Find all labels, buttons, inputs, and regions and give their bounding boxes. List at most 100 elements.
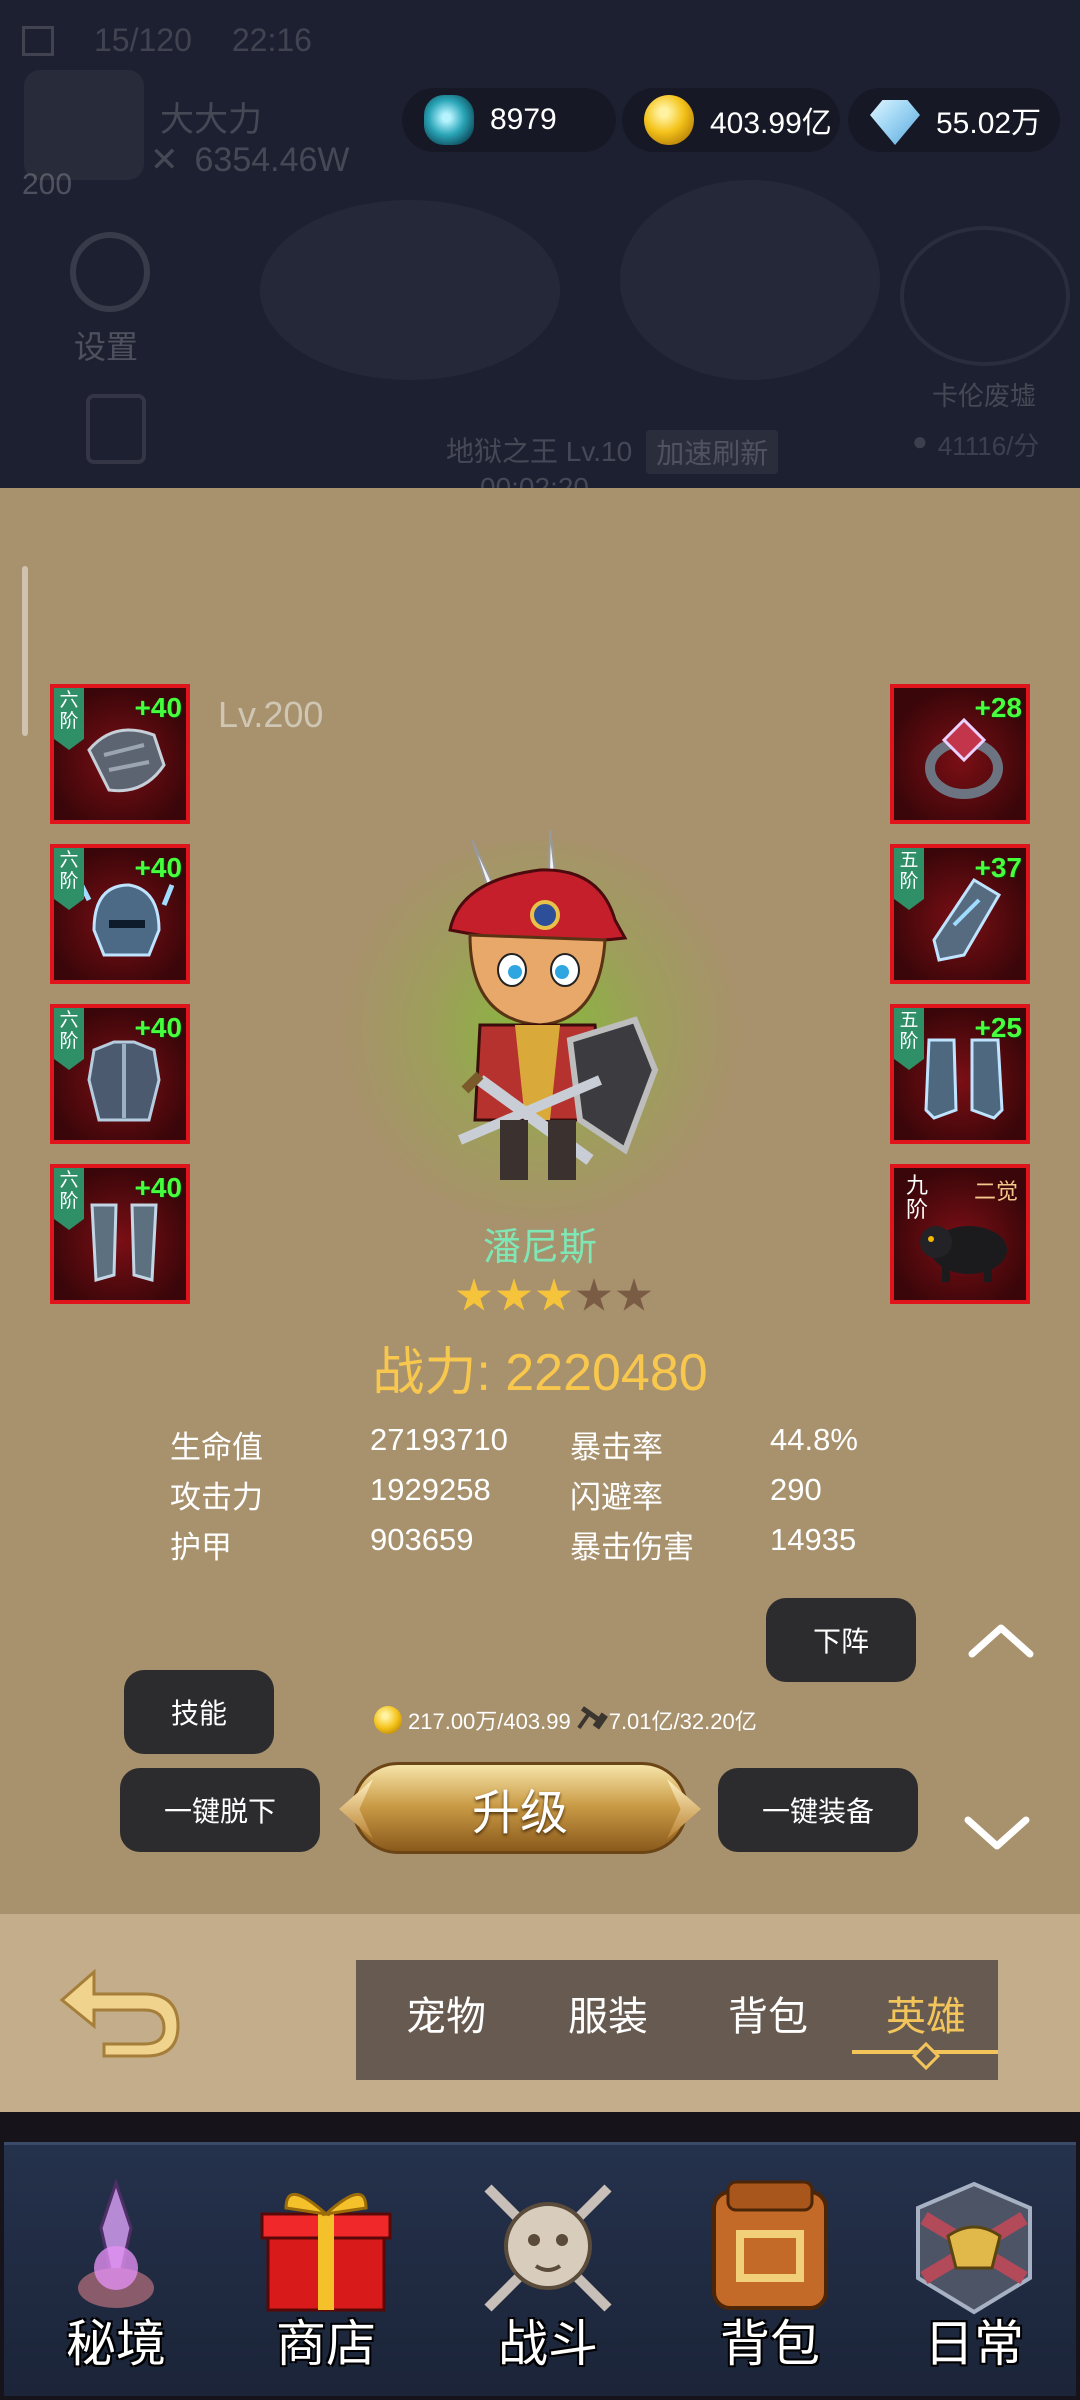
tier-badge: 五阶 <box>894 1008 924 1070</box>
nav-shop[interactable]: 商店 <box>246 2178 406 2378</box>
nav-label: 商店 <box>276 2316 376 2372</box>
skill-button[interactable]: 技能 <box>124 1670 274 1754</box>
back-arrow-icon[interactable] <box>54 1960 184 2060</box>
stage-name: 地狱之王 Lv.10 <box>446 436 633 467</box>
helmet-icon <box>76 878 174 957</box>
stat-row: 护甲 903659 暴击伤害 14935 <box>170 1522 930 1572</box>
chevron-up-icon[interactable] <box>966 1620 1036 1660</box>
nav-backpack[interactable]: 背包 <box>690 2178 850 2378</box>
stat-value: 14935 <box>770 1522 857 1557</box>
equip-slot-chest[interactable]: 六阶 +40 <box>50 1004 190 1144</box>
gear-icon <box>70 232 150 312</box>
boots-icon <box>924 1038 1004 1120</box>
equip-slot-gauntlet[interactable]: 五阶 +37 <box>890 844 1030 984</box>
player-name: 大大力 <box>160 101 262 139</box>
chevron-down-icon[interactable] <box>962 1814 1032 1854</box>
stat-label: 闪避率 <box>570 1480 663 1515</box>
unequip-all-button[interactable]: 一键脱下 <box>120 1768 320 1852</box>
enhance-level: +37 <box>974 852 1023 883</box>
tier-label: 九阶 <box>906 1173 929 1222</box>
stat-label: 攻击力 <box>170 1480 263 1515</box>
stat-label: 护甲 <box>170 1530 232 1565</box>
daily-emblem-icon <box>916 2181 1032 2315</box>
player-avatar <box>24 70 144 180</box>
tier-badge: 六阶 <box>54 848 84 910</box>
equip-all-button[interactable]: 一键装备 <box>718 1768 918 1852</box>
upgrade-cost: 217.00万/403.99 7.01亿/32.20亿 <box>374 1704 757 1736</box>
upgrade-label: 升级 <box>471 1787 568 1840</box>
stat-value: 27193710 <box>370 1422 508 1457</box>
stat-row: 生命值 27193710 暴击率 44.8% <box>170 1422 930 1472</box>
player-level: 200 <box>22 168 73 201</box>
stat-value: 290 <box>770 1472 822 1507</box>
hammer-icon <box>572 1702 608 1738</box>
hammer-cost: 7.01亿/32.20亿 <box>608 1709 757 1734</box>
stat-value: 44.8% <box>770 1422 858 1457</box>
star-icon <box>456 1278 492 1311</box>
upgrade-button[interactable]: 升级 <box>352 1762 688 1854</box>
map-score-value: 41116/分 <box>937 431 1040 461</box>
gem-currency[interactable]: 8979 <box>402 88 616 152</box>
tab-hero[interactable]: 英雄 <box>886 1984 966 2042</box>
nav-battle[interactable]: 战斗 <box>468 2178 628 2378</box>
tab-bag[interactable]: 背包 <box>728 1984 808 2042</box>
gold-currency[interactable]: 403.99亿 <box>622 88 840 152</box>
energy-icon <box>22 25 54 56</box>
star-icon <box>616 1278 652 1311</box>
stat-label: 生命值 <box>170 1430 263 1465</box>
star-icon <box>536 1278 572 1311</box>
stage-label: 地狱之王 Lv.10 加速刷新 <box>446 430 779 474</box>
gold-coin-icon <box>374 1706 402 1734</box>
hero-stats: 生命值 27193710 暴击率 44.8% 攻击力 1929258 闪避率 2… <box>170 1422 930 1572</box>
enhance-level: +25 <box>974 1012 1023 1043</box>
gem-icon <box>424 95 474 145</box>
nav-secret-realm[interactable]: 秘境 <box>36 2178 196 2378</box>
tab-pet[interactable]: 宠物 <box>406 1984 486 2042</box>
equip-slot-shoulder[interactable]: 六阶 +40 <box>50 684 190 824</box>
map-icon <box>900 226 1070 366</box>
coin-icon: ● <box>912 426 928 456</box>
enhance-level: +28 <box>974 692 1023 723</box>
player-power-value: 6354.46W <box>194 140 350 179</box>
nav-daily[interactable]: 日常 <box>894 2178 1054 2378</box>
tier-badge: 六阶 <box>54 688 84 750</box>
stat-value: 1929258 <box>370 1472 491 1507</box>
equip-slot-helmet[interactable]: 六阶 +40 <box>50 844 190 984</box>
tab-costume[interactable]: 服装 <box>568 1984 648 2042</box>
stat-value: 903659 <box>370 1522 474 1557</box>
ring-icon <box>925 717 1003 799</box>
equip-slot-boots[interactable]: 五阶 +25 <box>890 1004 1030 1144</box>
stat-label: 暴击率 <box>570 1430 663 1465</box>
stage-speed-label: 加速刷新 <box>646 430 779 474</box>
diamond-value: 55.02万 <box>936 107 1042 140</box>
star-icon <box>576 1278 612 1311</box>
scrollbar[interactable] <box>22 566 28 736</box>
status-row: 15/120 22:16 <box>22 22 312 59</box>
map-score: ● 41116/分 <box>912 426 1039 463</box>
gold-cost: 217.00万/403.99 <box>408 1709 571 1734</box>
crossed-swords-icon: ✕ <box>150 141 179 179</box>
equip-slot-ring[interactable]: +28 <box>890 684 1030 824</box>
crystal-icon <box>78 2178 154 2308</box>
nav-label: 战斗 <box>498 2316 598 2372</box>
stat-label: 暴击伤害 <box>570 1530 694 1565</box>
settings-label: 设置 <box>74 329 139 365</box>
hero-portrait <box>448 829 659 1180</box>
enhance-level: +40 <box>134 1012 183 1043</box>
map-name: 卡伦废墟 <box>932 381 1037 411</box>
active-tab-indicator <box>852 2050 998 2054</box>
scroll-icon <box>86 394 146 464</box>
gold-value: 403.99亿 <box>710 107 832 140</box>
remove-from-team-button[interactable]: 下阵 <box>766 1598 916 1682</box>
nav-label: 背包 <box>720 2316 820 2372</box>
dimmed-top-overlay: 15/120 22:16 大大力 ✕ 6354.46W 200 设置 地狱之王 … <box>0 0 1080 488</box>
clock-time: 22:16 <box>231 22 312 58</box>
enhance-level: +40 <box>134 692 183 723</box>
chest-armor-icon <box>87 1040 161 1122</box>
hero-level: Lv.200 <box>218 694 324 735</box>
diamond-currency[interactable]: 55.02万 <box>848 88 1060 152</box>
tier-badge: 五阶 <box>894 848 924 910</box>
hero-star-rating <box>456 1278 652 1314</box>
gift-box-icon <box>260 2192 392 2312</box>
gem-value: 8979 <box>490 103 557 136</box>
